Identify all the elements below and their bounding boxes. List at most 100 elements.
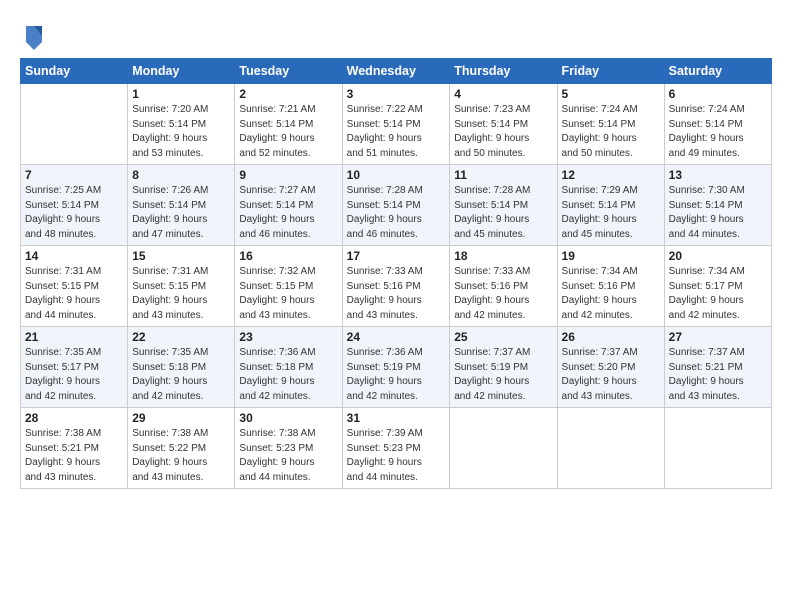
weekday-tuesday: Tuesday xyxy=(235,59,342,84)
day-number: 20 xyxy=(669,249,767,263)
cell-info: Sunrise: 7:33 AM Sunset: 5:16 PM Dayligh… xyxy=(347,265,446,323)
calendar-cell xyxy=(450,408,557,489)
calendar-cell: 23 Sunrise: 7:36 AM Sunset: 5:18 PM Dayli… xyxy=(235,327,342,408)
cell-info: Sunrise: 7:38 AM Sunset: 5:22 PM Dayligh… xyxy=(132,427,230,485)
day-number: 26 xyxy=(562,330,660,344)
day-number: 7 xyxy=(25,168,123,182)
cell-info: Sunrise: 7:35 AM Sunset: 5:18 PM Dayligh… xyxy=(132,346,230,404)
day-number: 25 xyxy=(454,330,552,344)
day-number: 16 xyxy=(239,249,337,263)
calendar-cell: 2 Sunrise: 7:21 AM Sunset: 5:14 PM Daylig… xyxy=(235,84,342,165)
cell-info: Sunrise: 7:31 AM Sunset: 5:15 PM Dayligh… xyxy=(25,265,123,323)
calendar-cell: 30 Sunrise: 7:38 AM Sunset: 5:23 PM Dayli… xyxy=(235,408,342,489)
cell-info: Sunrise: 7:38 AM Sunset: 5:21 PM Dayligh… xyxy=(25,427,123,485)
day-number: 9 xyxy=(239,168,337,182)
calendar-cell: 13 Sunrise: 7:30 AM Sunset: 5:14 PM Dayli… xyxy=(664,165,771,246)
header xyxy=(20,18,772,50)
weekday-saturday: Saturday xyxy=(664,59,771,84)
calendar-cell: 15 Sunrise: 7:31 AM Sunset: 5:15 PM Dayli… xyxy=(128,246,235,327)
calendar-cell: 31Sunrise: 7:39 AM Sunset: 5:23 PM Dayli… xyxy=(342,408,450,489)
cell-info: Sunrise: 7:37 AM Sunset: 5:21 PM Dayligh… xyxy=(669,346,767,404)
day-number: 4 xyxy=(454,87,552,101)
day-number: 28 xyxy=(25,411,123,425)
day-number: 1 xyxy=(132,87,230,101)
calendar-cell: 24Sunrise: 7:36 AM Sunset: 5:19 PM Dayli… xyxy=(342,327,450,408)
calendar-cell: 8 Sunrise: 7:26 AM Sunset: 5:14 PM Daylig… xyxy=(128,165,235,246)
week-row-1: 1 Sunrise: 7:20 AM Sunset: 5:14 PM Daylig… xyxy=(21,84,772,165)
cell-info: Sunrise: 7:28 AM Sunset: 5:14 PM Dayligh… xyxy=(454,184,552,242)
day-number: 21 xyxy=(25,330,123,344)
day-number: 12 xyxy=(562,168,660,182)
cell-info: Sunrise: 7:35 AM Sunset: 5:17 PM Dayligh… xyxy=(25,346,123,404)
cell-info: Sunrise: 7:28 AM Sunset: 5:14 PM Dayligh… xyxy=(347,184,446,242)
cell-info: Sunrise: 7:31 AM Sunset: 5:15 PM Dayligh… xyxy=(132,265,230,323)
calendar-cell: 3 Sunrise: 7:22 AM Sunset: 5:14 PM Daylig… xyxy=(342,84,450,165)
week-row-5: 28 Sunrise: 7:38 AM Sunset: 5:21 PM Dayli… xyxy=(21,408,772,489)
day-number: 18 xyxy=(454,249,552,263)
weekday-sunday: Sunday xyxy=(21,59,128,84)
day-number: 10 xyxy=(347,168,446,182)
day-number: 30 xyxy=(239,411,337,425)
day-number: 23 xyxy=(239,330,337,344)
calendar-cell: 10 Sunrise: 7:28 AM Sunset: 5:14 PM Dayli… xyxy=(342,165,450,246)
day-number: 3 xyxy=(347,87,446,101)
calendar-cell: 28 Sunrise: 7:38 AM Sunset: 5:21 PM Dayli… xyxy=(21,408,128,489)
calendar-cell xyxy=(557,408,664,489)
day-number: 11 xyxy=(454,168,552,182)
calendar-cell xyxy=(21,84,128,165)
day-number: 6 xyxy=(669,87,767,101)
cell-info: Sunrise: 7:34 AM Sunset: 5:17 PM Dayligh… xyxy=(669,265,767,323)
calendar-cell: 5 Sunrise: 7:24 AM Sunset: 5:14 PM Daylig… xyxy=(557,84,664,165)
calendar: SundayMondayTuesdayWednesdayThursdayFrid… xyxy=(20,58,772,489)
week-row-4: 21 Sunrise: 7:35 AM Sunset: 5:17 PM Dayli… xyxy=(21,327,772,408)
calendar-cell: 20 Sunrise: 7:34 AM Sunset: 5:17 PM Dayli… xyxy=(664,246,771,327)
calendar-cell: 11 Sunrise: 7:28 AM Sunset: 5:14 PM Dayli… xyxy=(450,165,557,246)
cell-info: Sunrise: 7:33 AM Sunset: 5:16 PM Dayligh… xyxy=(454,265,552,323)
day-number: 8 xyxy=(132,168,230,182)
cell-info: Sunrise: 7:21 AM Sunset: 5:14 PM Dayligh… xyxy=(239,103,337,161)
cell-info: Sunrise: 7:26 AM Sunset: 5:14 PM Dayligh… xyxy=(132,184,230,242)
cell-info: Sunrise: 7:32 AM Sunset: 5:15 PM Dayligh… xyxy=(239,265,337,323)
cell-info: Sunrise: 7:29 AM Sunset: 5:14 PM Dayligh… xyxy=(562,184,660,242)
day-number: 22 xyxy=(132,330,230,344)
day-number: 29 xyxy=(132,411,230,425)
day-number: 2 xyxy=(239,87,337,101)
weekday-row: SundayMondayTuesdayWednesdayThursdayFrid… xyxy=(21,59,772,84)
cell-info: Sunrise: 7:22 AM Sunset: 5:14 PM Dayligh… xyxy=(347,103,446,161)
calendar-cell: 4Sunrise: 7:23 AM Sunset: 5:14 PM Daylig… xyxy=(450,84,557,165)
cell-info: Sunrise: 7:37 AM Sunset: 5:19 PM Dayligh… xyxy=(454,346,552,404)
weekday-wednesday: Wednesday xyxy=(342,59,450,84)
calendar-cell: 21 Sunrise: 7:35 AM Sunset: 5:17 PM Dayli… xyxy=(21,327,128,408)
calendar-cell: 29 Sunrise: 7:38 AM Sunset: 5:22 PM Dayli… xyxy=(128,408,235,489)
cell-info: Sunrise: 7:24 AM Sunset: 5:14 PM Dayligh… xyxy=(562,103,660,161)
calendar-cell: 18 Sunrise: 7:33 AM Sunset: 5:16 PM Dayli… xyxy=(450,246,557,327)
calendar-cell: 16 Sunrise: 7:32 AM Sunset: 5:15 PM Dayli… xyxy=(235,246,342,327)
cell-info: Sunrise: 7:36 AM Sunset: 5:18 PM Dayligh… xyxy=(239,346,337,404)
calendar-cell: 27 Sunrise: 7:37 AM Sunset: 5:21 PM Dayli… xyxy=(664,327,771,408)
cell-info: Sunrise: 7:38 AM Sunset: 5:23 PM Dayligh… xyxy=(239,427,337,485)
day-number: 24 xyxy=(347,330,446,344)
cell-info: Sunrise: 7:20 AM Sunset: 5:14 PM Dayligh… xyxy=(132,103,230,161)
cell-info: Sunrise: 7:30 AM Sunset: 5:14 PM Dayligh… xyxy=(669,184,767,242)
weekday-monday: Monday xyxy=(128,59,235,84)
day-number: 5 xyxy=(562,87,660,101)
weekday-thursday: Thursday xyxy=(450,59,557,84)
calendar-cell: 19Sunrise: 7:34 AM Sunset: 5:16 PM Dayli… xyxy=(557,246,664,327)
day-number: 14 xyxy=(25,249,123,263)
calendar-cell xyxy=(664,408,771,489)
calendar-cell: 17Sunrise: 7:33 AM Sunset: 5:16 PM Dayli… xyxy=(342,246,450,327)
day-number: 27 xyxy=(669,330,767,344)
week-row-3: 14 Sunrise: 7:31 AM Sunset: 5:15 PM Dayli… xyxy=(21,246,772,327)
weekday-friday: Friday xyxy=(557,59,664,84)
calendar-cell: 6Sunrise: 7:24 AM Sunset: 5:14 PM Daylig… xyxy=(664,84,771,165)
day-number: 15 xyxy=(132,249,230,263)
calendar-cell: 14 Sunrise: 7:31 AM Sunset: 5:15 PM Dayli… xyxy=(21,246,128,327)
day-number: 31 xyxy=(347,411,446,425)
calendar-header: SundayMondayTuesdayWednesdayThursdayFrid… xyxy=(21,59,772,84)
week-row-2: 7 Sunrise: 7:25 AM Sunset: 5:14 PM Daylig… xyxy=(21,165,772,246)
cell-info: Sunrise: 7:34 AM Sunset: 5:16 PM Dayligh… xyxy=(562,265,660,323)
cell-info: Sunrise: 7:25 AM Sunset: 5:14 PM Dayligh… xyxy=(25,184,123,242)
day-number: 13 xyxy=(669,168,767,182)
calendar-cell: 1 Sunrise: 7:20 AM Sunset: 5:14 PM Daylig… xyxy=(128,84,235,165)
calendar-body: 1 Sunrise: 7:20 AM Sunset: 5:14 PM Daylig… xyxy=(21,84,772,489)
